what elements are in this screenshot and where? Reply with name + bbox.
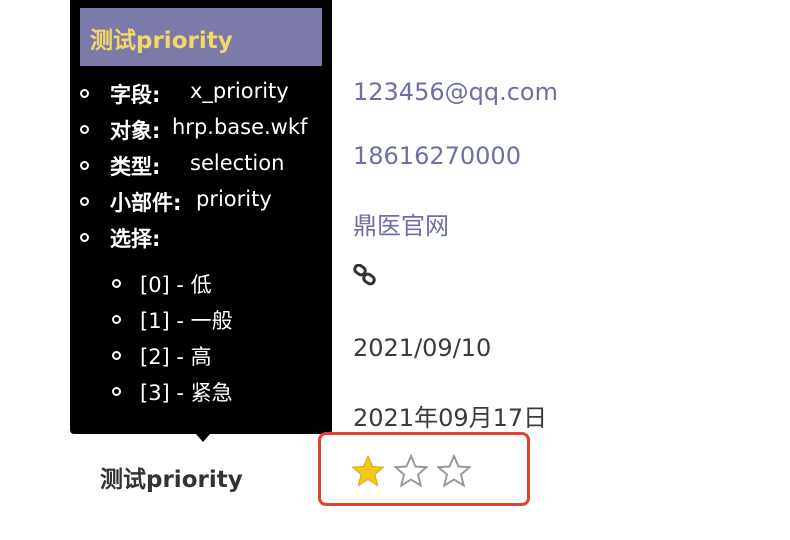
tooltip-row-value: x_priority	[190, 79, 289, 103]
bullet-icon	[112, 387, 121, 396]
field-tooltip: 测试priority 字段: x_priority 对象: hrp.base.w…	[70, 0, 332, 434]
tooltip-row-label: 对象:	[110, 119, 161, 143]
phone-link[interactable]: 18616270000	[353, 142, 521, 170]
tooltip-option-text: [1] - 一般	[140, 309, 233, 333]
date-cn-value: 2021年09月17日	[353, 404, 548, 432]
tooltip-option-text: [0] - 低	[140, 273, 212, 297]
priority-field-label: 测试priority	[100, 467, 243, 493]
bullet-icon	[112, 351, 121, 360]
tooltip-row-value: priority	[196, 187, 272, 211]
priority-star-filled-icon[interactable]	[351, 454, 385, 488]
bullet-icon	[112, 315, 121, 324]
bullet-icon	[80, 197, 89, 206]
tooltip-row-label: 字段:	[110, 83, 161, 107]
email-link[interactable]: 123456@qq.com	[353, 78, 558, 106]
tooltip-row-label: 类型:	[110, 155, 161, 179]
chain-link-icon[interactable]	[353, 264, 377, 286]
tooltip-option-text: [2] - 高	[140, 345, 212, 369]
tooltip-row-label: 小部件:	[110, 191, 182, 215]
tooltip-row-value: selection	[190, 151, 285, 175]
bullet-icon	[80, 161, 89, 170]
bullet-icon	[80, 233, 89, 242]
priority-star-empty-icon[interactable]	[394, 454, 428, 488]
website-link[interactable]: 鼎医官网	[353, 206, 449, 241]
tooltip-arrow	[196, 434, 210, 442]
priority-star-empty-icon[interactable]	[437, 454, 471, 488]
tooltip-row-label: 选择:	[110, 227, 161, 251]
tooltip-row-value: hrp.base.wkf	[172, 115, 308, 139]
tooltip-option-text: [3] - 紧急	[140, 381, 233, 405]
bullet-icon	[80, 89, 89, 98]
tooltip-title: 测试priority	[90, 28, 233, 54]
tooltip-header: 测试priority	[80, 8, 322, 66]
date-value: 2021/09/10	[353, 334, 492, 362]
bullet-icon	[80, 125, 89, 134]
bullet-icon	[112, 279, 121, 288]
